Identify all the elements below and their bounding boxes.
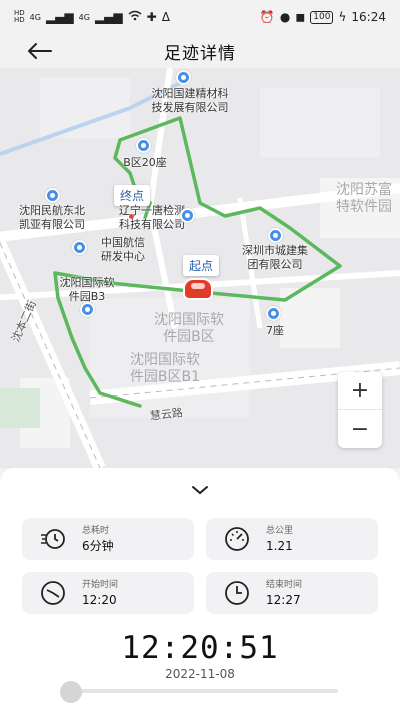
alarm-icon: ⏰ xyxy=(259,10,275,24)
end-time-value: 12:27 xyxy=(266,592,301,607)
arrow-left-icon xyxy=(28,43,52,59)
trip-detail-panel: 总耗时 6分钟 总公里 1.21 开始时间 12:20 结束时间 12:27 1… xyxy=(0,468,400,711)
map-label-minhang: 沈阳民航东北 凯亚有限公司 xyxy=(19,204,85,231)
network-4g-1: 4G xyxy=(29,12,41,22)
total-km-card: 总公里 1.21 xyxy=(206,518,378,560)
poi-marker-icon[interactable] xyxy=(45,188,60,203)
map-label-b7: 7座 xyxy=(266,324,284,337)
end-time-card: 结束时间 12:27 xyxy=(206,572,378,614)
poi-marker-icon[interactable] xyxy=(72,240,87,255)
playback-slider-thumb[interactable] xyxy=(60,681,82,703)
end-time-label: 结束时间 xyxy=(266,579,303,590)
fast-clock-icon xyxy=(41,529,65,549)
poi-marker-icon[interactable] xyxy=(136,138,151,153)
map-label-park-b: 沈阳国际软 件园B区 xyxy=(154,312,224,345)
chevron-down-icon xyxy=(192,486,208,495)
poi-marker-icon[interactable] xyxy=(180,208,195,223)
poi-marker-icon[interactable] xyxy=(80,302,95,317)
clock-time: 16:24 xyxy=(351,10,386,24)
signal-icon-2: ▂▄▆ xyxy=(94,10,123,24)
total-km-value: 1.21 xyxy=(266,538,293,553)
end-point-tag: 终点 xyxy=(114,185,151,206)
header: 足迹详情 xyxy=(0,34,400,68)
total-time-card: 总耗时 6分钟 xyxy=(22,518,194,560)
status-right: ⏰ ● ◼ 100 ϟ 16:24 xyxy=(260,10,386,24)
wifi-icon xyxy=(128,10,142,24)
status-left: HD HD 4G ▂▄▆ 4G ▂▄▆ ✚ ᐃ xyxy=(14,9,170,25)
dnd-icon: ◼ xyxy=(295,10,306,24)
total-time-label: 总耗时 xyxy=(82,525,110,536)
network-4g-2: 4G xyxy=(78,12,90,22)
battery-icon: 100 xyxy=(310,10,334,24)
collapse-button[interactable] xyxy=(186,480,214,500)
playback-time: 12:20:51 xyxy=(121,630,279,666)
pay-icon: ᐃ xyxy=(161,10,170,24)
start-time-card: 开始时间 12:20 xyxy=(22,572,194,614)
map-label-b20: B区20座 xyxy=(123,156,167,169)
total-time-value: 6分钟 xyxy=(82,538,114,553)
location-icon: ● xyxy=(279,10,291,24)
start-time-value: 12:20 xyxy=(82,592,117,607)
map-label-building-materials: 沈阳国建精材科 技发展有限公司 xyxy=(151,87,229,114)
map-label-suzhou: 沈阳苏富 特软件园 xyxy=(336,182,392,215)
poi-marker-icon[interactable] xyxy=(176,70,191,85)
app-notification-icon: ✚ xyxy=(146,10,157,24)
charging-icon: ϟ xyxy=(338,10,347,24)
map-label-shenzhen: 深圳市城建集 团有限公司 xyxy=(242,244,308,271)
poi-marker-icon[interactable] xyxy=(266,306,281,321)
start-time-label: 开始时间 xyxy=(82,579,119,590)
playback-date: 2022-11-08 xyxy=(165,667,235,681)
back-button[interactable] xyxy=(24,38,54,64)
map-label-b3: 沈阳国际软 件园B3 xyxy=(59,276,115,303)
poi-marker-icon[interactable] xyxy=(268,228,283,243)
status-bar: HD HD 4G ▂▄▆ 4G ▂▄▆ ✚ ᐃ ⏰ ● ◼ 100 ϟ 16:24 xyxy=(0,0,400,34)
map-view[interactable]: 沈阳国建精材科 技发展有限公司 B区20座 沈阳民航东北 凯亚有限公司 终点 辽… xyxy=(0,68,400,468)
signal-tags: HD HD xyxy=(14,9,25,24)
zoom-control: + − xyxy=(338,372,382,448)
signal-icon: ▂▄▆ xyxy=(45,10,74,24)
zoom-out-button[interactable]: − xyxy=(338,410,382,448)
page-title: 足迹详情 xyxy=(164,43,236,64)
map-label-park-b1: 沈阳国际软 件园B区B1 xyxy=(129,352,201,385)
car-marker-icon xyxy=(183,278,213,300)
clock-icon xyxy=(41,581,65,605)
map-label-hangxin: 中国航信 研发中心 xyxy=(101,236,145,263)
total-km-label: 总公里 xyxy=(266,525,294,536)
clock-icon xyxy=(225,581,249,605)
speedometer-icon xyxy=(225,527,249,551)
playback-slider-track[interactable] xyxy=(62,689,338,693)
start-point-tag: 起点 xyxy=(183,255,220,276)
zoom-in-button[interactable]: + xyxy=(338,372,382,410)
